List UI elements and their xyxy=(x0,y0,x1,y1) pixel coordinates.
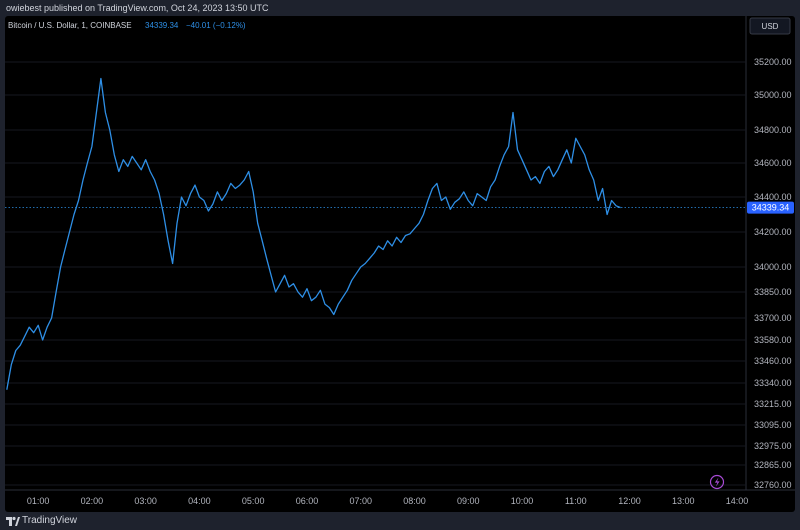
footer-brand: TradingView xyxy=(22,515,78,526)
x-tick-label: 06:00 xyxy=(296,496,319,506)
x-tick-label: 03:00 xyxy=(134,496,157,506)
x-tick-label: 09:00 xyxy=(457,496,480,506)
y-tick-label: 33340.00 xyxy=(754,378,792,388)
legend-symbol: Bitcoin / U.S. Dollar, 1, COINBASE xyxy=(8,21,132,30)
y-tick-label: 32975.00 xyxy=(754,441,792,451)
price-chart[interactable]: 35200.00 35000.00 34800.00 34600.00 34400.00… xyxy=(5,16,795,512)
y-tick-label: 33850.00 xyxy=(754,287,792,297)
y-tick-label: 32760.00 xyxy=(754,480,792,490)
currency-label: USD xyxy=(762,22,779,31)
y-tick-label: 33460.00 xyxy=(754,356,792,366)
y-tick-label: 33580.00 xyxy=(754,335,792,345)
x-tick-label: 04:00 xyxy=(188,496,211,506)
x-tick-label: 11:00 xyxy=(565,496,587,506)
y-tick-label: 34800.00 xyxy=(754,125,792,135)
y-tick-label: 34000.00 xyxy=(754,262,792,272)
x-tick-label: 05:00 xyxy=(242,496,265,506)
y-tick-label: 35000.00 xyxy=(754,90,792,100)
legend: Bitcoin / U.S. Dollar, 1, COINBASE 34339… xyxy=(8,21,246,30)
x-tick-label: 10:00 xyxy=(511,496,534,506)
y-tick-label: 33095.00 xyxy=(754,420,792,430)
currency-button[interactable]: USD xyxy=(749,17,791,35)
chart-area[interactable]: 35200.00 35000.00 34800.00 34600.00 34400.00… xyxy=(5,16,795,512)
y-tick-label: 33215.00 xyxy=(754,399,792,409)
x-tick-label: 08:00 xyxy=(403,496,426,506)
x-tick-label: 01:00 xyxy=(27,496,50,506)
x-tick-label: 07:00 xyxy=(349,496,372,506)
y-tick-label: 35200.00 xyxy=(754,57,792,67)
x-tick-label: 12:00 xyxy=(618,496,641,506)
footer: TradingView xyxy=(0,512,800,530)
published-text: owiebest published on TradingView.com, O… xyxy=(6,3,269,13)
y-tick-label: 32865.00 xyxy=(754,460,792,470)
tradingview-logo-icon xyxy=(6,516,20,526)
x-tick-label: 14:00 xyxy=(726,496,749,506)
last-price-tag-label: 34339.34 xyxy=(752,203,790,213)
y-tick-label: 33700.00 xyxy=(754,313,792,323)
flash-icon[interactable] xyxy=(709,474,725,490)
x-tick-label: 02:00 xyxy=(81,496,104,506)
legend-price: 34339.34 xyxy=(145,21,179,30)
y-tick-label: 34200.00 xyxy=(754,227,792,237)
x-tick-label: 13:00 xyxy=(672,496,695,506)
legend-change: −40.01 (−0.12%) xyxy=(186,21,246,30)
published-header: owiebest published on TradingView.com, O… xyxy=(0,0,800,16)
y-tick-label: 34600.00 xyxy=(754,158,792,168)
last-price-tag: 34339.34 xyxy=(747,201,794,214)
y-tick-label: 34400.00 xyxy=(754,192,792,202)
price-line xyxy=(6,77,621,390)
